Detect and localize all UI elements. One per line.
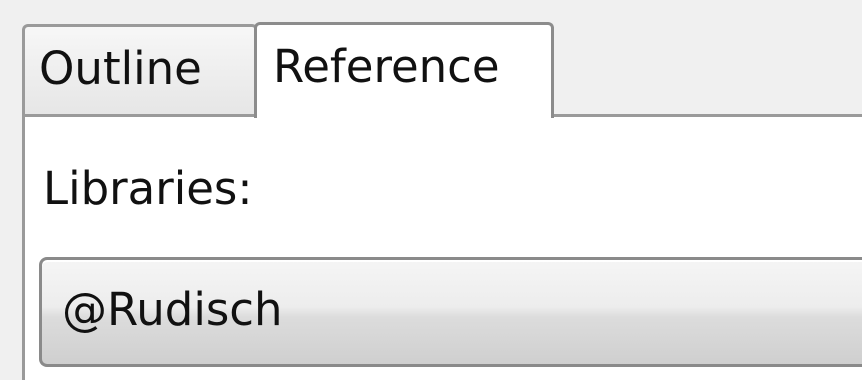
tab-outline-label: Outline (39, 42, 202, 95)
tab-reference-label: Reference (273, 40, 500, 93)
tab-outline[interactable]: Outline (22, 24, 258, 114)
reference-panel: Libraries: @Rudisch (22, 114, 862, 380)
tab-reference[interactable]: Reference (254, 22, 554, 118)
library-dropdown[interactable]: @Rudisch (39, 257, 862, 367)
library-value: @Rudisch (62, 283, 283, 336)
libraries-label: Libraries: (43, 162, 253, 215)
reference-view: Outline Reference Libraries: @Rudisch (0, 0, 862, 380)
tab-strip: Outline Reference (22, 22, 862, 118)
